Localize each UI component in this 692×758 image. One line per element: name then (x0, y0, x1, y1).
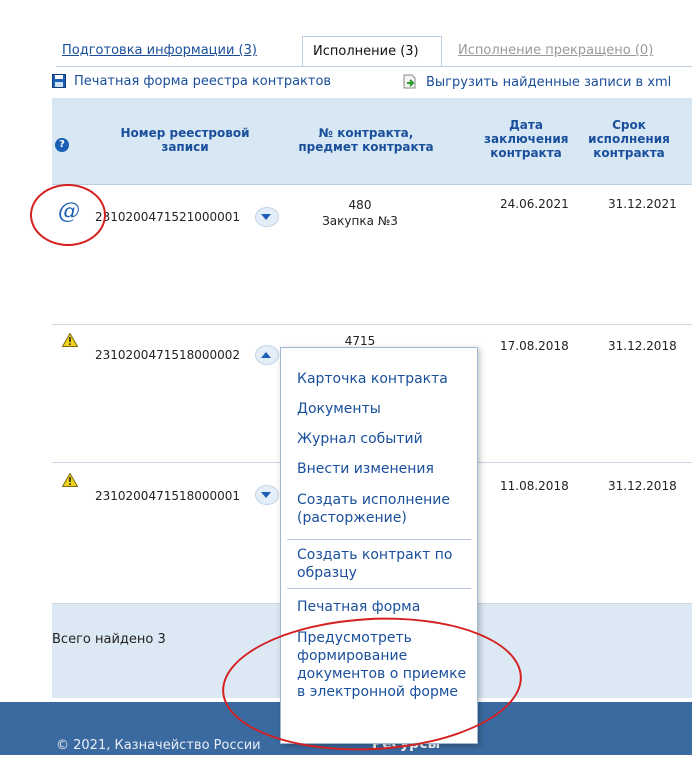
contract-date: 11.08.2018 (500, 479, 569, 493)
menu-item-make-changes[interactable]: Внести изменения (297, 460, 469, 478)
contract-subject: Закупка №3 (322, 214, 398, 228)
header-contract[interactable]: № контракта, предмет контракта (296, 126, 436, 154)
menu-item-contract-card[interactable]: Карточка контракта (297, 370, 469, 388)
chevron-up-icon (261, 352, 271, 358)
copyright: © 2021, Казначейство России (56, 738, 261, 753)
help-icon[interactable]: ? (55, 138, 69, 152)
registry-number[interactable]: 2310200471521000001 (95, 210, 240, 224)
menu-item-create-execution[interactable]: Создать исполнение (расторжение) (297, 491, 469, 527)
row-menu-toggle[interactable] (255, 345, 279, 365)
contract-term: 31.12.2018 (608, 339, 677, 353)
contract-term: 31.12.2018 (608, 479, 677, 493)
table-header: ? Номер реестровой записи № контракта, п… (52, 98, 692, 185)
contract-number-text: 480 (348, 198, 372, 212)
menu-item-documents[interactable]: Документы (297, 400, 469, 418)
contract-number: 480 Закупка №3 (295, 197, 425, 229)
tab-bar: Подготовка информации (3) Исполнение (3)… (56, 36, 692, 67)
chevron-down-icon (261, 214, 271, 220)
menu-item-create-from-template[interactable]: Создать контракт по образцу (297, 546, 469, 582)
menu-item-print-form[interactable]: Печатная форма (297, 598, 469, 616)
tab-preparation[interactable]: Подготовка информации (3) (62, 36, 257, 66)
row-menu-toggle[interactable] (255, 485, 279, 505)
toolbar: Печатная форма реестра контрактов Выгруз… (52, 72, 692, 98)
warning-icon (62, 473, 78, 487)
print-registry-label: Печатная форма реестра контрактов (74, 74, 332, 89)
tab-divider (56, 66, 692, 67)
contract-date: 17.08.2018 (500, 339, 569, 353)
registry-number[interactable]: 2310200471518000002 (95, 348, 240, 362)
row-menu-toggle[interactable] (255, 207, 279, 227)
header-regno[interactable]: Номер реестровой записи (110, 126, 260, 154)
header-date[interactable]: Дата заключения контракта (484, 118, 568, 160)
export-document-icon (403, 74, 416, 89)
tab-execution[interactable]: Исполнение (3) (302, 36, 442, 67)
print-registry-link[interactable]: Печатная форма реестра контрактов (52, 74, 331, 89)
export-xml-link[interactable]: Выгрузить найденные записи в xml (402, 74, 671, 90)
contract-date: 24.06.2021 (500, 197, 569, 211)
floppy-disk-icon (52, 74, 66, 88)
registry-number[interactable]: 2310200471518000001 (95, 489, 240, 503)
export-xml-label: Выгрузить найденные записи в xml (426, 75, 672, 90)
menu-separator (287, 539, 471, 540)
menu-item-event-log[interactable]: Журнал событий (297, 430, 469, 448)
warning-icon (62, 333, 78, 347)
tab-execution-terminated[interactable]: Исполнение прекращено (0) (458, 36, 653, 66)
menu-separator (287, 588, 471, 589)
total-found: Всего найдено 3 (52, 632, 166, 647)
table-row: @ 2310200471521000001 480 Закупка №3 24.… (52, 185, 692, 325)
header-term[interactable]: Срок исполнения контракта (588, 118, 670, 160)
annotation-circle (30, 184, 106, 246)
chevron-down-icon (261, 492, 271, 498)
contract-term: 31.12.2021 (608, 197, 677, 211)
